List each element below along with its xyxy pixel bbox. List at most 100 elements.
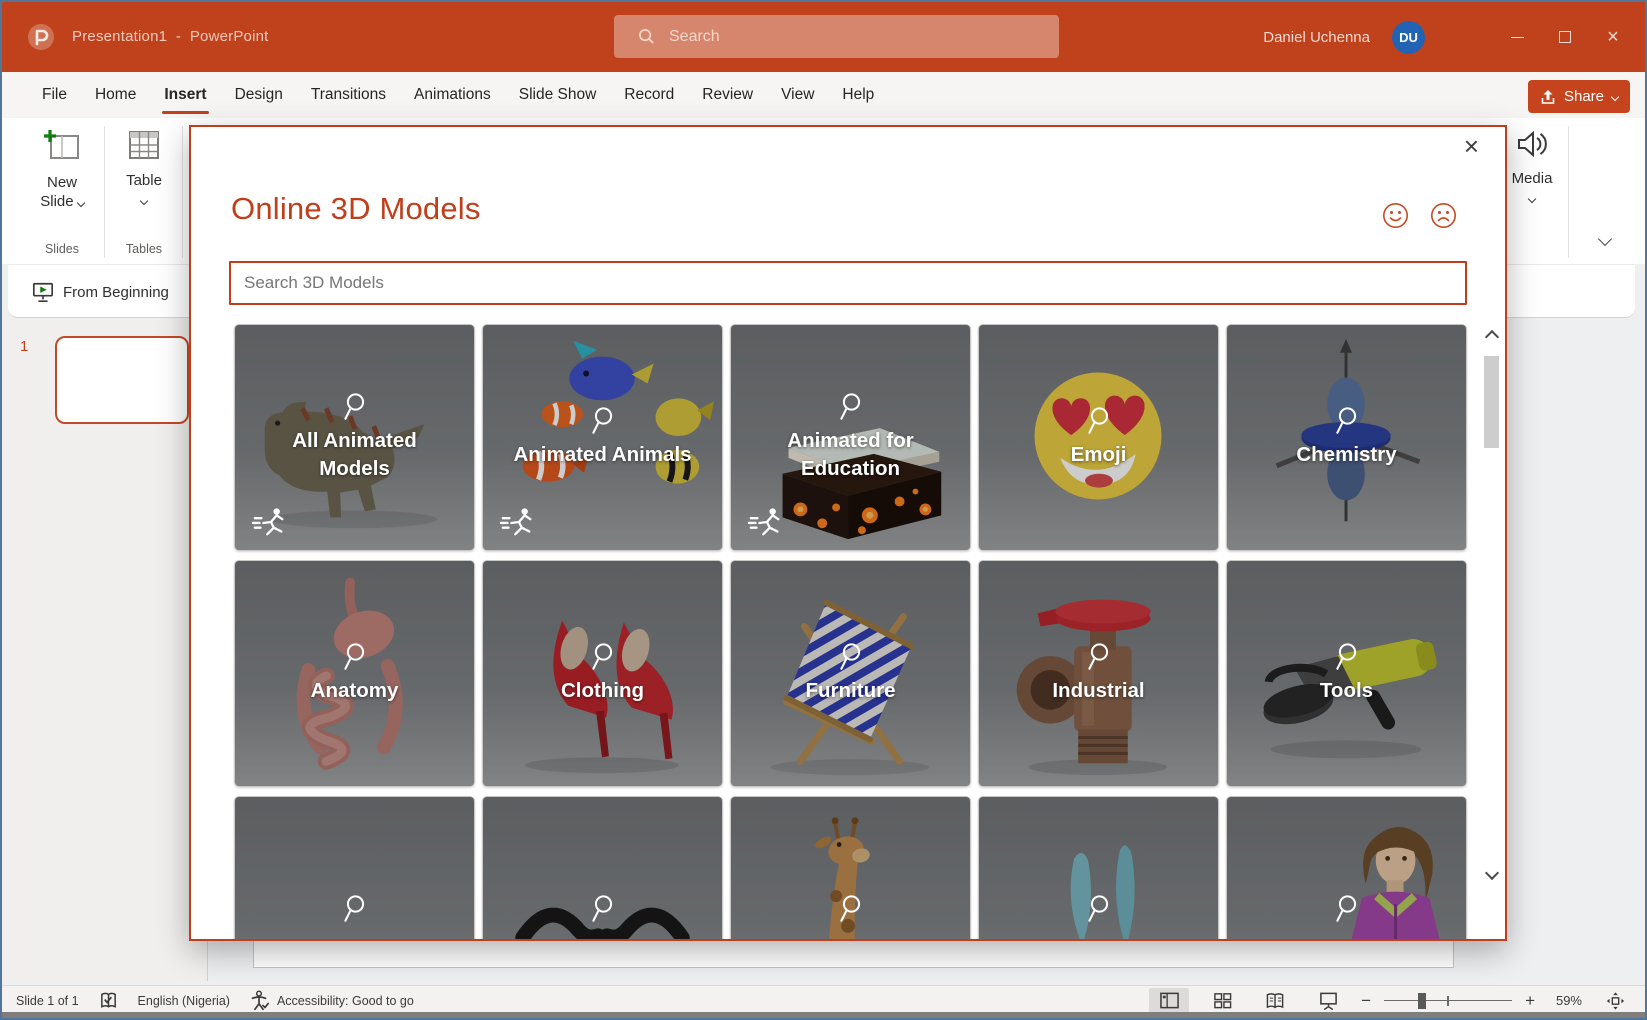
tab-design[interactable]: Design bbox=[221, 72, 297, 118]
avatar[interactable]: DU bbox=[1392, 21, 1425, 54]
spell-check-button[interactable] bbox=[99, 991, 118, 1011]
tab-slide-show[interactable]: Slide Show bbox=[505, 72, 611, 118]
tile-tools[interactable]: Tools bbox=[1226, 560, 1467, 787]
media-button[interactable]: Media bbox=[1498, 118, 1566, 264]
zoom-in-button[interactable]: + bbox=[1525, 991, 1535, 1011]
user-name: Daniel Uchenna bbox=[1263, 29, 1370, 46]
normal-view-button[interactable] bbox=[1149, 988, 1189, 1014]
animated-models-icon bbox=[251, 506, 289, 538]
search-icon bbox=[638, 28, 655, 45]
feedback-sad-icon[interactable] bbox=[1430, 202, 1457, 229]
tile-clothing[interactable]: Clothing bbox=[482, 560, 723, 787]
zoom-slider[interactable] bbox=[1384, 991, 1512, 1011]
maximize-button[interactable] bbox=[1541, 2, 1589, 72]
tab-insert[interactable]: Insert bbox=[150, 72, 220, 118]
slide-sorter-icon bbox=[1212, 991, 1233, 1010]
slides-group-label: Slides bbox=[22, 242, 102, 256]
powerpoint-window: Presentation1 - PowerPoint Search Daniel… bbox=[0, 0, 1647, 1020]
close-window-button[interactable]: × bbox=[1589, 2, 1637, 72]
tab-transitions[interactable]: Transitions bbox=[297, 72, 400, 118]
table-button[interactable]: Table Tables bbox=[108, 118, 180, 264]
dialog-scrollbar[interactable] bbox=[1482, 326, 1502, 884]
magnifier-icon bbox=[837, 642, 864, 673]
titlebar-search-box[interactable]: Search bbox=[614, 15, 1059, 58]
slideshow-view-button[interactable] bbox=[1308, 988, 1348, 1014]
tile-label: Furniture bbox=[753, 677, 949, 705]
magnifier-icon bbox=[1085, 894, 1112, 925]
magnifier-icon bbox=[589, 642, 616, 673]
tab-home[interactable]: Home bbox=[81, 72, 150, 118]
tab-file[interactable]: File bbox=[28, 72, 81, 118]
tile-giraffe[interactable] bbox=[730, 796, 971, 941]
tile-animated-animals[interactable]: Animated Animals bbox=[482, 324, 723, 551]
status-bar: Slide 1 of 1 English (Nigeria) Accessibi… bbox=[2, 985, 1645, 1015]
tile-all-animated-models[interactable]: All Animated Models bbox=[234, 324, 475, 551]
window-title: Presentation1 - PowerPoint bbox=[72, 28, 269, 45]
reading-view-button[interactable] bbox=[1255, 988, 1295, 1014]
tile-label: Industrial bbox=[1001, 677, 1197, 705]
tile-label: Emoji bbox=[1001, 441, 1197, 469]
magnifier-icon bbox=[589, 406, 616, 437]
magnifier-icon bbox=[837, 894, 864, 925]
tile-chemistry[interactable]: Chemistry bbox=[1226, 324, 1467, 551]
tab-view[interactable]: View bbox=[767, 72, 828, 118]
normal-view-icon bbox=[1159, 991, 1180, 1010]
dialog-title: Online 3D Models bbox=[231, 191, 481, 227]
language-button[interactable]: English (Nigeria) bbox=[138, 994, 230, 1008]
scroll-up-icon[interactable] bbox=[1485, 330, 1499, 344]
magnifier-icon bbox=[837, 392, 864, 423]
share-button[interactable]: Share bbox=[1528, 80, 1630, 113]
zoom-slider-thumb[interactable] bbox=[1418, 993, 1426, 1009]
titlebar-search-placeholder: Search bbox=[669, 28, 720, 46]
close-dialog-icon[interactable]: × bbox=[1464, 133, 1479, 159]
zoom-level[interactable]: 59% bbox=[1548, 993, 1582, 1008]
tile-furniture[interactable]: Furniture bbox=[730, 560, 971, 787]
zoom-out-button[interactable]: − bbox=[1361, 991, 1371, 1011]
magnifier-icon bbox=[341, 392, 368, 423]
feedback-happy-icon[interactable] bbox=[1382, 202, 1409, 229]
tile-emoji[interactable]: Emoji bbox=[978, 324, 1219, 551]
new-slide-button[interactable]: New Slide Slides bbox=[22, 118, 102, 264]
model-categories-grid: All Animated Models Animated Animals Ani… bbox=[234, 324, 1474, 941]
magnifier-icon bbox=[1333, 406, 1360, 437]
from-beginning-button[interactable]: From Beginning bbox=[24, 275, 177, 309]
animated-models-icon bbox=[747, 506, 785, 538]
powerpoint-logo-icon bbox=[26, 22, 56, 52]
animated-models-icon bbox=[499, 506, 537, 538]
tile-label: Tools bbox=[1249, 677, 1445, 705]
table-icon bbox=[126, 128, 162, 162]
tile-sea-creature[interactable] bbox=[978, 796, 1219, 941]
tile-anatomy[interactable]: Anatomy bbox=[234, 560, 475, 787]
slide-thumbnail-panel: 1 bbox=[2, 318, 208, 981]
tab-animations[interactable]: Animations bbox=[400, 72, 505, 118]
chevron-down-icon bbox=[140, 197, 148, 205]
window-controls: × bbox=[1493, 2, 1637, 72]
minimize-button[interactable] bbox=[1493, 2, 1541, 72]
magnifier-icon bbox=[1333, 894, 1360, 925]
chevron-down-icon bbox=[1528, 195, 1536, 203]
3d-models-search-input[interactable] bbox=[229, 261, 1467, 305]
slide-sorter-view-button[interactable] bbox=[1202, 988, 1242, 1014]
scroll-down-icon[interactable] bbox=[1485, 866, 1499, 880]
tab-help[interactable]: Help bbox=[828, 72, 888, 118]
scrollbar-thumb[interactable] bbox=[1484, 356, 1499, 448]
proofing-book-icon bbox=[99, 991, 118, 1011]
tile-industrial[interactable]: Industrial bbox=[978, 560, 1219, 787]
slide-counter[interactable]: Slide 1 of 1 bbox=[16, 994, 79, 1008]
tile-animated-for-education[interactable]: Animated for Education bbox=[730, 324, 971, 551]
tile-label: Chemistry bbox=[1249, 441, 1445, 469]
tab-review[interactable]: Review bbox=[688, 72, 767, 118]
slide-thumbnail[interactable] bbox=[55, 336, 189, 424]
tab-record[interactable]: Record bbox=[610, 72, 688, 118]
online-3d-models-dialog: × Online 3D Models All Animated Models bbox=[189, 125, 1507, 941]
tile-mustaches[interactable] bbox=[482, 796, 723, 941]
chevron-down-icon bbox=[77, 199, 85, 207]
magnifier-icon bbox=[341, 894, 368, 925]
title-bar: Presentation1 - PowerPoint Search Daniel… bbox=[2, 2, 1645, 72]
fit-slide-to-window-button[interactable] bbox=[1595, 988, 1635, 1014]
share-icon bbox=[1540, 89, 1556, 105]
window-bottom-edge bbox=[2, 1012, 1645, 1018]
tile-wooden-chair[interactable] bbox=[234, 796, 475, 941]
tile-person-avatar[interactable] bbox=[1226, 796, 1467, 941]
accessibility-checker[interactable]: Accessibility: Good to go bbox=[250, 990, 414, 1011]
